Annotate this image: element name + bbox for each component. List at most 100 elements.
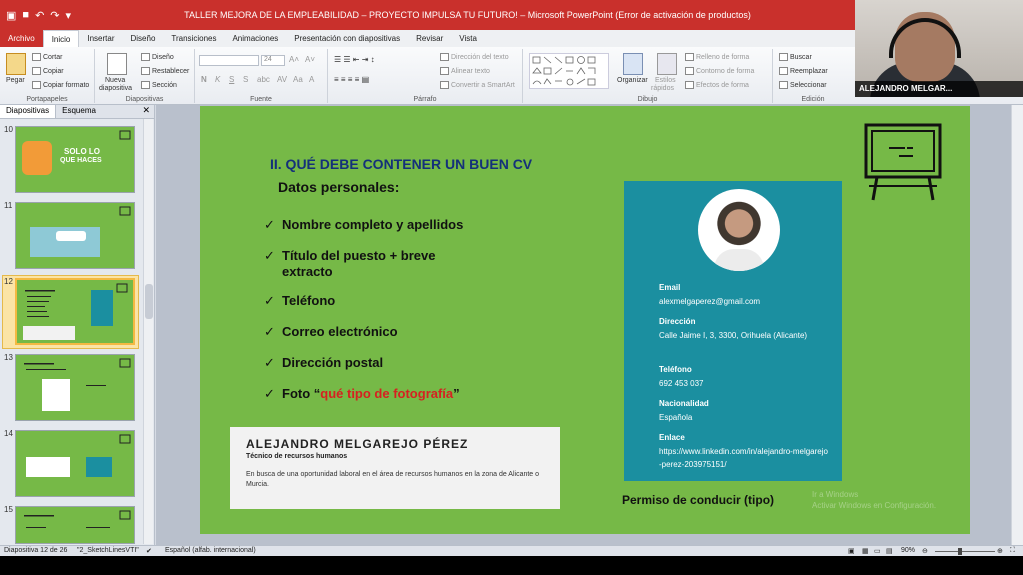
- font-color-icon[interactable]: A: [309, 75, 314, 84]
- foto-suffix: ”: [453, 386, 460, 401]
- case-icon[interactable]: Aa: [293, 75, 303, 84]
- customize-qat-icon[interactable]: ▾: [66, 9, 72, 22]
- arrange-icon[interactable]: [623, 53, 643, 75]
- view-reading-icon[interactable]: ▭: [874, 547, 881, 555]
- tab-transiciones[interactable]: Transiciones: [163, 30, 224, 47]
- check-icon: ✓: [264, 293, 275, 308]
- smartart-button[interactable]: Convertir a SmartArt: [440, 81, 515, 89]
- quick-styles-button-line2[interactable]: rápidos: [651, 85, 674, 92]
- new-slide-button-line2[interactable]: diapositiva: [99, 85, 132, 92]
- align-text-button[interactable]: Alinear texto: [440, 67, 490, 75]
- paste-icon[interactable]: [6, 53, 26, 75]
- view-normal-icon[interactable]: ▣: [848, 547, 855, 555]
- close-panel-icon[interactable]: ✕: [142, 105, 154, 118]
- arrange-button[interactable]: Organizar: [617, 77, 648, 84]
- zoom-in-icon[interactable]: ⊕: [997, 547, 1003, 555]
- language-indicator[interactable]: Español (alfab. internacional): [165, 547, 256, 554]
- spellcheck-icon[interactable]: ✔: [146, 547, 152, 555]
- view-sorter-icon[interactable]: ▦: [862, 547, 869, 555]
- group-diapositivas: Nueva diapositiva Diseño Restablecer Sec…: [95, 49, 195, 103]
- shapes-gallery[interactable]: [529, 53, 609, 89]
- italic-icon[interactable]: K: [215, 75, 220, 84]
- strike-icon[interactable]: abc: [257, 75, 270, 84]
- slide-thumbnail[interactable]: [15, 430, 135, 497]
- shrink-font-icon[interactable]: A˅: [305, 55, 315, 64]
- slide-thumbnail[interactable]: SOLO LO QUE HACES: [15, 126, 135, 193]
- shape-effects-button[interactable]: Efectos de forma: [685, 81, 749, 89]
- undo-icon[interactable]: ↶: [35, 9, 44, 22]
- section-button[interactable]: Sección: [141, 81, 177, 89]
- shadow-icon[interactable]: S: [243, 75, 248, 84]
- select-button[interactable]: Seleccionar: [779, 81, 827, 89]
- tab-diseno[interactable]: Diseño: [123, 30, 164, 47]
- group-portapapeles: Pegar Cortar Copiar Copiar formato Porta…: [0, 49, 95, 103]
- view-slideshow-icon[interactable]: ▤: [886, 547, 893, 555]
- grow-font-icon[interactable]: A˄: [289, 55, 299, 64]
- underline-icon[interactable]: S: [229, 75, 234, 84]
- font-size-combo[interactable]: 24: [261, 55, 285, 66]
- thumbnail-scrollbar[interactable]: [143, 119, 153, 544]
- thumbnail-row[interactable]: 10 SOLO LO QUE HACES: [0, 125, 142, 197]
- new-slide-button-line1[interactable]: Nueva: [105, 77, 125, 84]
- tab-diapositivas[interactable]: Diapositivas: [0, 105, 57, 118]
- stage-scrollbar[interactable]: [1011, 105, 1023, 545]
- copy-button[interactable]: Copiar: [32, 67, 64, 75]
- group-label-diapositivas: Diapositivas: [125, 96, 164, 103]
- current-slide[interactable]: II. QUÉ DEBE CONTENER UN BUEN CV Datos p…: [200, 106, 970, 534]
- tab-revisar[interactable]: Revisar: [408, 30, 451, 47]
- copy-icon: [32, 67, 41, 75]
- tab-archivo[interactable]: Archivo: [0, 30, 43, 47]
- bold-icon[interactable]: N: [201, 75, 207, 84]
- replace-label: Reemplazar: [790, 67, 828, 75]
- replace-button[interactable]: Reemplazar: [779, 67, 828, 75]
- bullet-text: Dirección postal: [282, 355, 384, 370]
- zoom-slider[interactable]: [935, 551, 995, 552]
- font-name-combo[interactable]: [199, 55, 259, 66]
- slide-thumbnail-current[interactable]: [15, 278, 135, 345]
- align-icons[interactable]: ≡ ≡ ≡ ≡ ▤: [334, 75, 369, 84]
- paste-button[interactable]: Pegar: [6, 77, 25, 84]
- zoom-out-icon[interactable]: ⊖: [922, 547, 928, 555]
- slide-thumbnail[interactable]: [15, 354, 135, 421]
- layout-button[interactable]: Diseño: [141, 53, 174, 61]
- quick-styles-button-line1[interactable]: Estilos: [655, 77, 676, 84]
- thumbnail-row[interactable]: 14: [0, 429, 142, 501]
- scrollbar-thumb[interactable]: [145, 284, 153, 319]
- save-icon[interactable]: ■: [22, 9, 29, 21]
- cut-button[interactable]: Cortar: [32, 53, 62, 61]
- new-slide-icon[interactable]: [107, 53, 127, 75]
- app-icon[interactable]: ▣: [6, 9, 16, 22]
- tab-insertar[interactable]: Insertar: [79, 30, 122, 47]
- find-button[interactable]: Buscar: [779, 53, 812, 61]
- thumbnail-row[interactable]: 13: [0, 353, 142, 425]
- webcam-overlay: ALEJANDRO MELGAR...: [855, 0, 1023, 97]
- redo-icon[interactable]: ↷: [50, 9, 59, 22]
- tab-inicio[interactable]: Inicio: [42, 30, 80, 47]
- text-direction-button[interactable]: Dirección del texto: [440, 53, 509, 61]
- reset-button[interactable]: Restablecer: [141, 67, 189, 75]
- tab-animaciones[interactable]: Animaciones: [224, 30, 286, 47]
- shape-outline-button[interactable]: Contorno de forma: [685, 67, 754, 75]
- zoom-level[interactable]: 90%: [901, 547, 915, 554]
- tab-vista[interactable]: Vista: [451, 30, 485, 47]
- fit-slide-icon[interactable]: ⛶: [1010, 547, 1015, 555]
- slide-thumbnail[interactable]: [15, 506, 135, 544]
- spacing-icon[interactable]: AV: [277, 75, 287, 84]
- bullet-item-foto: ✓ Foto “qué tipo de fotografía”: [264, 386, 544, 402]
- tab-presentacion[interactable]: Presentación con diapositivas: [286, 30, 408, 47]
- status-bar: Diapositiva 12 de 26 "2_SketchLinesVTI" …: [0, 545, 1023, 556]
- shape-fill-button[interactable]: Relleno de forma: [685, 53, 749, 61]
- theme-name[interactable]: "2_SketchLinesVTI": [77, 547, 139, 554]
- bullets-icon[interactable]: ☰ ☰ ⇤ ⇥ ↕: [334, 55, 375, 64]
- group-label-parrafo: Párrafo: [413, 96, 437, 103]
- slide-thumbnail[interactable]: [15, 202, 135, 269]
- tab-esquema[interactable]: Esquema: [56, 105, 102, 118]
- quick-styles-icon[interactable]: [657, 53, 677, 75]
- outline-icon: [685, 67, 694, 75]
- webcam-participant-name: ALEJANDRO MELGAR...: [855, 81, 1023, 97]
- format-painter-button[interactable]: Copiar formato: [32, 81, 89, 89]
- thumbnail-row-selected[interactable]: 12: [0, 275, 142, 349]
- thumbnail-row[interactable]: 11: [0, 201, 142, 273]
- zoom-slider-thumb[interactable]: [958, 548, 962, 555]
- thumbnail-13-art: [24, 358, 131, 411]
